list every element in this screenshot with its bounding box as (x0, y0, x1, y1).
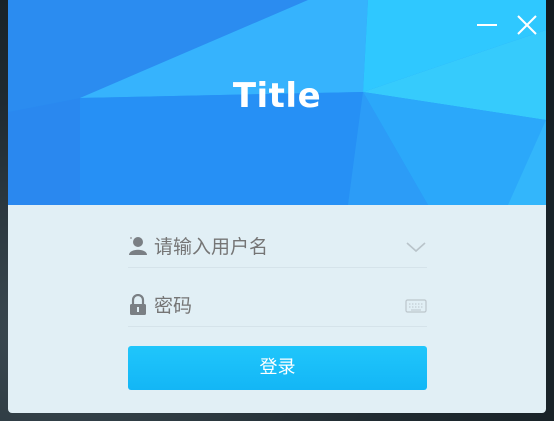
username-field[interactable] (128, 225, 427, 268)
login-window: Title 请输入用户名 登录 (8, 0, 546, 413)
minimize-button[interactable] (474, 12, 500, 38)
close-icon (517, 15, 537, 35)
lock-icon (130, 294, 146, 315)
user-icon (129, 237, 147, 255)
close-button[interactable] (514, 12, 540, 38)
minimize-icon (477, 24, 497, 26)
chevron-down-icon[interactable] (405, 239, 427, 255)
login-button[interactable]: 登录 (128, 346, 427, 390)
header-banner: Title (8, 0, 546, 205)
keyboard-icon[interactable] (405, 298, 427, 314)
password-field[interactable] (128, 284, 427, 327)
login-form (128, 225, 427, 343)
app-title: Title (232, 76, 322, 116)
password-input[interactable] (154, 294, 397, 318)
username-input[interactable] (154, 235, 397, 259)
